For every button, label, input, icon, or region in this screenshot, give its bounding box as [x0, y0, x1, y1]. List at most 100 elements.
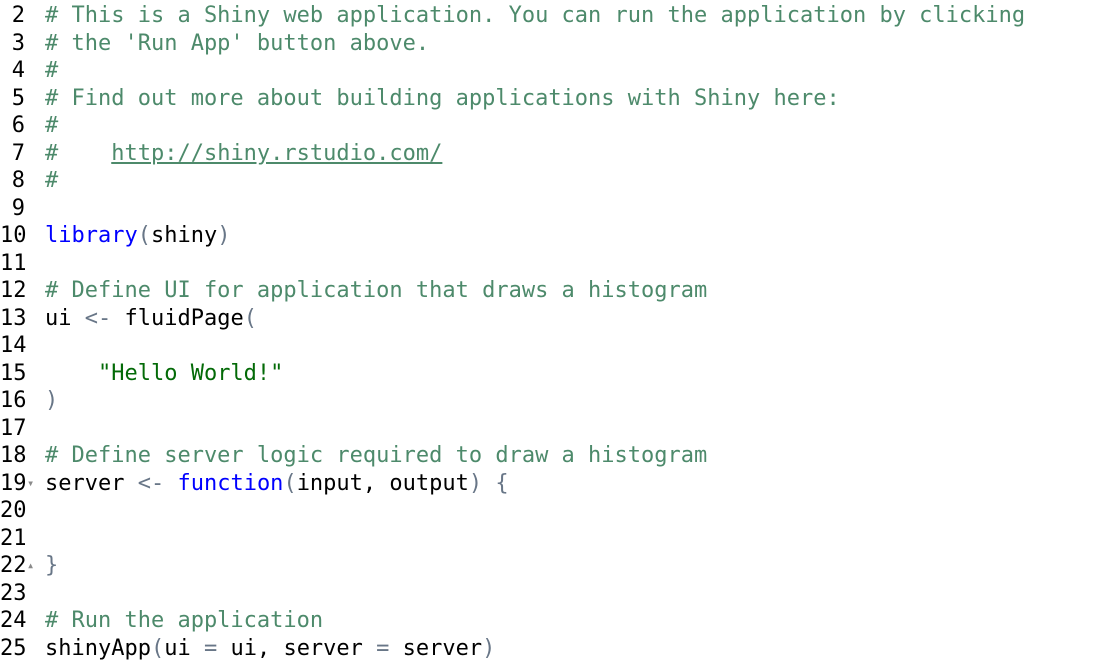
- line-number: 14: [0, 333, 27, 358]
- code-token: # Find out more about building applicati…: [45, 85, 840, 111]
- fold-gutter: [25, 442, 45, 470]
- line-number: 24: [0, 608, 27, 633]
- code-line[interactable]: 24 # Run the application: [0, 607, 1097, 635]
- code-line[interactable]: 25 shinyApp(ui = ui, server = server): [0, 635, 1097, 663]
- code-token: =: [203, 635, 218, 661]
- code-token: ui, server: [217, 635, 377, 661]
- code-token: (: [283, 470, 297, 496]
- code-token: }: [45, 553, 59, 578]
- line-number: 11: [0, 250, 27, 276]
- line-number: 8: [11, 168, 25, 193]
- line-number: 9: [11, 195, 25, 221]
- url-link[interactable]: http://shiny.rstudio.com/: [111, 141, 442, 166]
- code-token: # the 'Run App' button above.: [45, 30, 430, 56]
- code-line[interactable]: 2 # This is a Shiny web application. You …: [0, 2, 1097, 30]
- code-token: # This is a Shiny web application. You c…: [45, 3, 1026, 28]
- code-token: server: [389, 635, 483, 661]
- code-token: input, output: [296, 470, 469, 496]
- fold-gutter: [25, 112, 45, 140]
- line-code: # the 'Run App' button above.: [45, 30, 1097, 58]
- line-code: # http://shiny.rstudio.com/: [45, 140, 1097, 168]
- fold-gutter: [25, 195, 45, 223]
- code-token: # Run the application: [45, 608, 324, 633]
- code-line[interactable]: 13 ui <- fluidPage(: [0, 305, 1097, 333]
- line-code: shinyApp(ui = ui, server = server): [45, 635, 1097, 663]
- line-code: ): [45, 387, 1097, 415]
- code-token: {: [495, 470, 509, 496]
- code-token: =: [376, 635, 390, 661]
- code-line[interactable]: 5 # Find out more about building applicat…: [0, 85, 1097, 113]
- code-token: #: [45, 140, 112, 166]
- code-line[interactable]: 23: [0, 580, 1097, 608]
- code-token: (: [150, 635, 165, 661]
- code-token: <-: [137, 470, 165, 496]
- code-token: ): [217, 223, 231, 248]
- line-number: 21: [0, 525, 27, 551]
- code-line[interactable]: 6 #: [0, 112, 1097, 140]
- code-line[interactable]: 12 # Define UI for application that draws…: [0, 277, 1097, 305]
- fold-gutter: [25, 85, 45, 113]
- line-code: #: [45, 57, 1097, 85]
- line-code: # Define server logic required to draw a…: [45, 442, 1097, 470]
- line-number: 10: [0, 223, 27, 248]
- code-token: <-: [84, 305, 112, 331]
- fold-gutter: [25, 580, 45, 608]
- fold-gutter: [25, 415, 45, 443]
- code-line[interactable]: 14: [0, 332, 1097, 360]
- line-number: 17: [0, 415, 27, 441]
- line-number: 13: [0, 305, 27, 331]
- code-line[interactable]: 19 ▾ server <- function(input, output) {: [0, 470, 1097, 498]
- fold-gutter: [25, 167, 45, 195]
- line-number: 12: [0, 278, 27, 303]
- code-line[interactable]: 11: [0, 250, 1097, 278]
- line-number: 25: [0, 635, 27, 661]
- code-token: library: [45, 223, 138, 248]
- fold-open-icon[interactable]: ▾: [25, 470, 45, 498]
- code-token: (: [137, 223, 151, 248]
- code-line[interactable]: 21: [0, 525, 1097, 553]
- line-code: library(shiny): [45, 222, 1097, 250]
- code-editor[interactable]: 2 # This is a Shiny web application. You …: [0, 2, 1097, 662]
- fold-gutter: [25, 332, 45, 360]
- code-token: ): [45, 388, 59, 413]
- fold-gutter: [25, 222, 45, 250]
- code-line[interactable]: 20: [0, 497, 1097, 525]
- line-number: 15: [0, 360, 27, 386]
- code-line[interactable]: 4 #: [0, 57, 1097, 85]
- code-token: server: [45, 470, 138, 496]
- fold-close-icon[interactable]: ▴: [25, 552, 45, 580]
- code-token: #: [45, 58, 59, 83]
- line-code: # Find out more about building applicati…: [45, 85, 1097, 113]
- line-number: 20: [0, 498, 27, 523]
- code-line[interactable]: 10 library(shiny): [0, 222, 1097, 250]
- code-line[interactable]: 9: [0, 195, 1097, 223]
- code-line[interactable]: 22 ▴}: [0, 552, 1097, 580]
- line-code: # This is a Shiny web application. You c…: [45, 2, 1097, 30]
- code-token: function: [177, 470, 284, 496]
- line-code: ui <- fluidPage(: [45, 305, 1097, 333]
- code-line[interactable]: 15 "Hello World!": [0, 360, 1097, 388]
- code-token: fluidPage: [111, 305, 244, 331]
- code-token: #: [45, 113, 59, 138]
- fold-gutter: [25, 305, 45, 333]
- fold-gutter: [25, 607, 45, 635]
- code-line[interactable]: 16): [0, 387, 1097, 415]
- line-code: }: [45, 552, 1097, 580]
- code-line[interactable]: 8 #: [0, 167, 1097, 195]
- line-number: 5: [11, 85, 25, 111]
- code-line[interactable]: 18 # Define server logic required to draw…: [0, 442, 1097, 470]
- code-line[interactable]: 3 # the 'Run App' button above.: [0, 30, 1097, 58]
- code-token: #: [45, 168, 59, 193]
- fold-gutter: [25, 30, 45, 58]
- line-code: #: [45, 112, 1097, 140]
- code-line[interactable]: 7 # http://shiny.rstudio.com/: [0, 140, 1097, 168]
- code-line[interactable]: 17: [0, 415, 1097, 443]
- fold-gutter: [25, 277, 45, 305]
